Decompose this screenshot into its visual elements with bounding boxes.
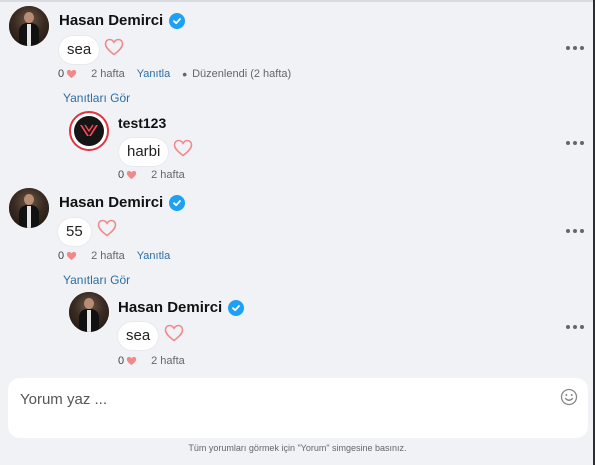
avatar[interactable]	[69, 111, 109, 151]
more-options-icon[interactable]	[566, 141, 584, 147]
reply-link[interactable]: Yanıtla	[137, 250, 170, 262]
heart-outline-icon[interactable]	[97, 219, 117, 237]
like-count: 0	[58, 250, 65, 262]
timestamp: 2 hafta	[91, 68, 125, 80]
logo-icon	[80, 124, 98, 136]
comment-meta: 0 2 hafta Yanıtla • Düzenlendi (2 hafta)	[58, 66, 292, 82]
like-count: 0	[118, 169, 125, 181]
heart-filled-icon[interactable]	[66, 69, 77, 79]
author-name[interactable]: test123	[118, 115, 166, 131]
comment-text: sea	[58, 35, 101, 65]
composer-hint: Tüm yorumları görmek için "Yorum" simges…	[188, 443, 407, 453]
comment-author[interactable]: test123	[118, 115, 166, 131]
comment-author[interactable]: Hasan Demirci	[59, 12, 186, 29]
edited-label: Düzenlendi (2 hafta)	[192, 68, 292, 80]
author-name[interactable]: Hasan Demirci	[118, 299, 222, 316]
avatar[interactable]	[69, 292, 109, 332]
heart-filled-icon[interactable]	[126, 356, 137, 366]
avatar[interactable]	[9, 188, 49, 228]
author-name[interactable]: Hasan Demirci	[59, 194, 163, 211]
top-divider	[0, 0, 595, 2]
see-replies-link[interactable]: Yanıtları Gör	[63, 91, 130, 105]
verified-badge-icon	[228, 299, 245, 316]
comment-text: 55	[57, 217, 92, 247]
more-options-icon[interactable]	[566, 229, 584, 235]
comment-meta: 0 2 hafta	[118, 355, 185, 367]
emoji-icon[interactable]	[560, 388, 578, 406]
comment-meta: 0 2 hafta	[118, 169, 185, 181]
comment-author[interactable]: Hasan Demirci	[118, 299, 245, 316]
timestamp: 2 hafta	[91, 250, 125, 262]
timestamp: 2 hafta	[151, 355, 185, 367]
comment-composer	[8, 378, 588, 438]
like-count: 0	[58, 68, 65, 80]
comment-text: harbi	[118, 137, 170, 167]
reply-link[interactable]: Yanıtla	[137, 68, 170, 80]
comment-text: sea	[117, 321, 160, 351]
like-count: 0	[118, 355, 125, 367]
avatar[interactable]	[9, 6, 49, 46]
verified-badge-icon	[169, 12, 186, 29]
heart-outline-icon[interactable]	[173, 139, 193, 157]
heart-outline-icon[interactable]	[104, 38, 124, 56]
heart-filled-icon[interactable]	[126, 170, 137, 180]
timestamp: 2 hafta	[151, 169, 185, 181]
more-options-icon[interactable]	[566, 325, 584, 331]
separator-dot: •	[182, 66, 188, 82]
see-replies-link[interactable]: Yanıtları Gör	[63, 273, 130, 287]
author-name[interactable]: Hasan Demirci	[59, 12, 163, 29]
comment-input[interactable]	[18, 386, 542, 412]
heart-filled-icon[interactable]	[66, 251, 77, 261]
comment-author[interactable]: Hasan Demirci	[59, 194, 186, 211]
more-options-icon[interactable]	[566, 46, 584, 52]
verified-badge-icon	[169, 194, 186, 211]
heart-outline-icon[interactable]	[164, 324, 184, 342]
comment-meta: 0 2 hafta Yanıtla	[58, 250, 170, 262]
